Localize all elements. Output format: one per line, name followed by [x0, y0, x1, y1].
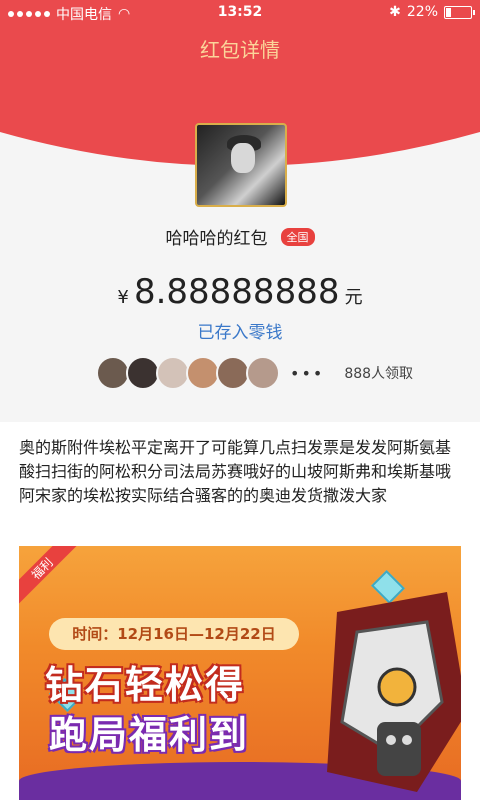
- receiver-avatar[interactable]: [186, 356, 220, 390]
- receiver-avatar[interactable]: [246, 356, 280, 390]
- battery-percent: 22%: [406, 4, 438, 20]
- receiver-avatar[interactable]: [216, 356, 250, 390]
- banner-headline-2: 跑局福利到: [49, 713, 250, 757]
- region-badge: 全国: [280, 227, 315, 246]
- promo-banner[interactable]: 福利 时间：12月16日—12月22日 钻石轻松得 跑局福利到: [19, 546, 461, 800]
- bluetooth-icon: ✱: [389, 4, 401, 20]
- receivers-row[interactable]: ••• 888人领取: [96, 356, 413, 390]
- amount-value: 8.88888888: [133, 272, 340, 312]
- receiver-avatar[interactable]: [156, 356, 190, 390]
- receiver-avatar[interactable]: [96, 356, 130, 390]
- amount-row: ¥ 8.88888888 元: [0, 272, 480, 312]
- battery-icon: [444, 5, 475, 19]
- sender-name: 哈哈哈的红包: [165, 229, 268, 249]
- banner-time: 时间：12月16日—12月22日: [49, 618, 299, 650]
- currency-symbol: ¥: [117, 287, 129, 308]
- wallet-status-link[interactable]: 已存入零钱: [0, 318, 480, 343]
- sender-row: 哈哈哈的红包 全国: [0, 224, 480, 249]
- battery-fill: [446, 7, 451, 17]
- banner-headline-1: 钻石轻松得: [45, 663, 246, 707]
- more-receivers-icon[interactable]: •••: [290, 364, 324, 383]
- avatar-face-shape: [231, 143, 255, 173]
- receiver-avatar[interactable]: [126, 356, 160, 390]
- status-bar: 中国电信 ◠ 13:52 ✱ 22%: [0, 0, 480, 26]
- message-text: 奥的斯附件埃松平定离开了可能算几点扫发票是发发阿斯氨基酸扫扫街的阿松积分司法局苏…: [19, 438, 452, 505]
- robot-illustration: [327, 592, 461, 792]
- page-title: 红包详情: [200, 38, 280, 62]
- banner-ribbon: 福利: [19, 546, 80, 607]
- status-right: ✱ 22%: [389, 4, 475, 20]
- amount-unit: 元: [344, 287, 363, 308]
- receiver-count: 888人领取: [344, 366, 414, 382]
- sender-avatar[interactable]: [195, 123, 287, 207]
